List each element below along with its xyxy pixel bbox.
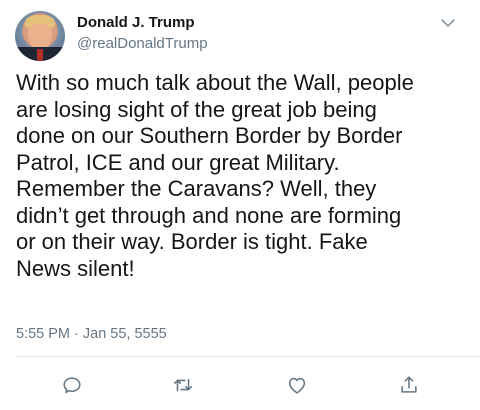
divider — [16, 356, 480, 357]
heart-icon — [288, 377, 306, 394]
chevron-down-icon[interactable] — [440, 16, 456, 28]
avatar-tie — [37, 49, 43, 61]
tweet-timestamp[interactable]: 5:55 PM · Jan 55, 5555 — [16, 326, 167, 342]
tweet-card: Donald J. Trump @realDonaldTrump With so… — [0, 0, 480, 410]
share-button[interactable] — [394, 370, 424, 400]
avatar[interactable] — [15, 11, 65, 61]
reply-icon — [63, 377, 81, 394]
reply-button[interactable] — [57, 370, 87, 400]
avatar-face — [28, 23, 52, 49]
user-handle[interactable]: @realDonaldTrump — [77, 35, 208, 52]
display-name[interactable]: Donald J. Trump — [77, 14, 195, 31]
retweet-button[interactable] — [168, 370, 198, 400]
retweet-icon — [173, 378, 193, 392]
share-icon — [401, 376, 417, 393]
like-button[interactable] — [282, 370, 312, 400]
tweet-text: With so much talk about the Wall, people… — [16, 70, 414, 281]
action-bar — [0, 370, 480, 400]
